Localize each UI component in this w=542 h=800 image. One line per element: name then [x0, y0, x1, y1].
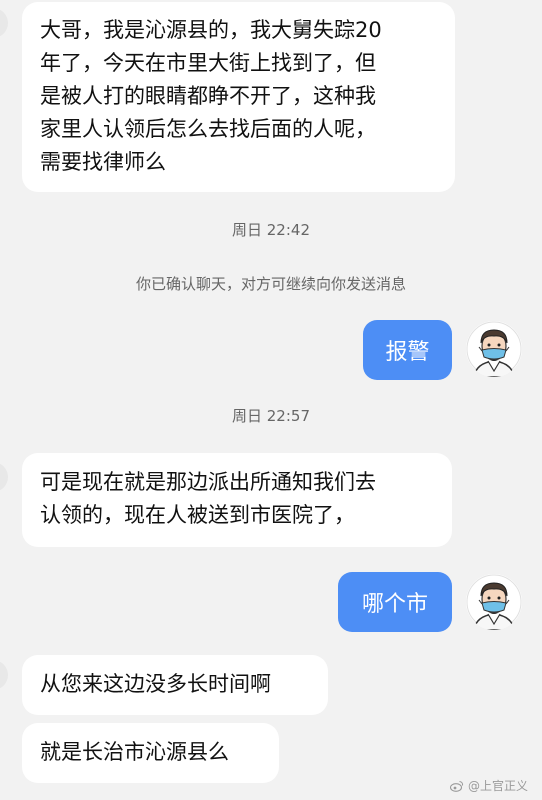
- message-line: 认领的，现在人被送到市医院了，: [40, 503, 355, 527]
- timestamp-2: 周日 22:57: [232, 407, 310, 425]
- contact-avatar[interactable]: [0, 660, 8, 690]
- avatar-masked-man-icon[interactable]: [466, 321, 522, 377]
- message-line: 从您来这边没多长时间啊: [40, 672, 271, 696]
- avatar-masked-man-icon[interactable]: [466, 574, 522, 630]
- message-line: 是被人打的眼睛都睁不开了，这种我: [40, 84, 376, 108]
- chat-view: 大哥，我是沁源县的，我大舅失踪20 年了，今天在市里大街上找到了，但 是被人打的…: [0, 0, 542, 800]
- message-line: 年了，今天在市里大街上找到了，但: [40, 51, 376, 75]
- watermark: @上官正义: [449, 777, 528, 794]
- message-line: 需要找律师么: [40, 150, 166, 174]
- message-line: 可是现在就是那边派出所通知我们去: [40, 470, 376, 494]
- message-line: 就是长治市沁源县么: [40, 740, 229, 764]
- message-line: 家里人认领后怎么去找后面的人呢，: [40, 117, 376, 141]
- incoming-message-3: 从您来这边没多长时间啊: [22, 655, 328, 715]
- incoming-message-4: 就是长治市沁源县么: [22, 723, 279, 783]
- weibo-logo-icon: [449, 780, 464, 792]
- avatar-masked-man-icon: [466, 321, 522, 377]
- avatar-masked-man-icon: [466, 574, 522, 630]
- chat-confirmed-notice: 你已确认聊天，对方可继续向你发送消息: [135, 275, 406, 293]
- contact-avatar[interactable]: [0, 462, 8, 492]
- outgoing-message-text: 哪个市: [361, 592, 428, 617]
- outgoing-message-2: 哪个市: [338, 572, 452, 632]
- incoming-message-2: 可是现在就是那边派出所通知我们去 认领的，现在人被送到市医院了，: [22, 453, 452, 547]
- incoming-message-1: 大哥，我是沁源县的，我大舅失踪20 年了，今天在市里大街上找到了，但 是被人打的…: [22, 2, 455, 192]
- watermark-text: @上官正义: [467, 779, 528, 793]
- message-line: 大哥，我是沁源县的，我大舅失踪20: [40, 18, 382, 42]
- timestamp-1: 周日 22:42: [232, 221, 310, 239]
- outgoing-message-1: 报警: [363, 320, 452, 380]
- outgoing-message-text: 报警: [385, 340, 430, 365]
- contact-avatar[interactable]: [0, 8, 8, 38]
